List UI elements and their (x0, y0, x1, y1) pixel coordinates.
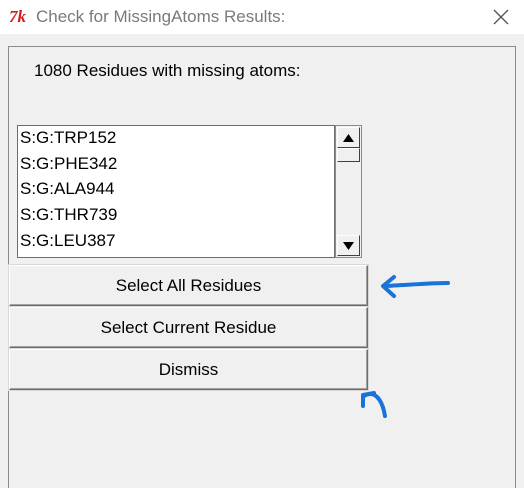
left-arrow-annotation (381, 275, 450, 298)
residue-count-label: 1080 Residues with missing atoms: (34, 61, 301, 80)
close-icon (493, 9, 509, 25)
window-title: Check for MissingAtoms Results: (36, 7, 286, 26)
select-all-residues-button[interactable]: Select All Residues (9, 265, 368, 306)
title-bar: 7k Check for MissingAtoms Results: (0, 0, 524, 34)
arrow-down-icon (343, 241, 354, 250)
dismiss-button[interactable]: Dismiss (9, 349, 368, 390)
curved-arrow-annotation (361, 391, 387, 418)
residue-listbox[interactable]: S:G:TRP152 S:G:PHE342 S:G:ALA944 S:G:THR… (17, 125, 335, 258)
close-button[interactable] (486, 2, 516, 32)
tk-feather-icon: 7k (9, 7, 26, 26)
list-item[interactable]: S:G:TRP152 (20, 127, 116, 149)
list-item[interactable]: S:G:ALA944 (20, 178, 115, 200)
arrow-up-icon (343, 133, 354, 142)
list-item[interactable]: S:G:THR739 (20, 204, 117, 226)
scroll-down-button[interactable] (337, 235, 360, 256)
list-item[interactable]: S:G:PHE342 (20, 153, 117, 175)
list-scrollbar[interactable] (335, 125, 362, 258)
list-item[interactable]: S:G:LEU387 (20, 230, 115, 252)
select-current-residue-button[interactable]: Select Current Residue (9, 307, 368, 348)
scroll-up-button[interactable] (337, 127, 360, 148)
scroll-thumb[interactable] (337, 148, 360, 162)
